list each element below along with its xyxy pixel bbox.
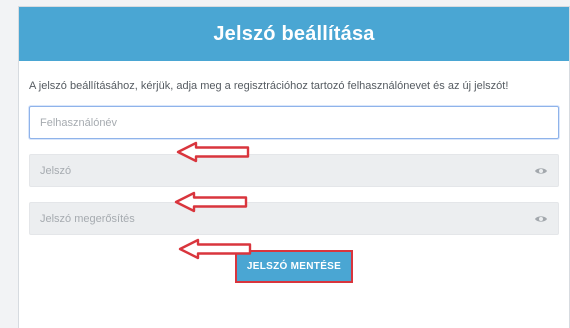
page-title: Jelszó beállítása bbox=[213, 22, 375, 45]
save-password-button[interactable]: JELSZÓ MENTÉSE bbox=[234, 250, 354, 283]
eye-icon[interactable] bbox=[534, 166, 548, 176]
password-input[interactable] bbox=[30, 155, 558, 186]
password-field[interactable] bbox=[29, 154, 559, 187]
eye-icon[interactable] bbox=[534, 214, 548, 224]
page-header: Jelszó beállítása bbox=[19, 7, 569, 61]
button-row: JELSZÓ MENTÉSE bbox=[29, 250, 559, 283]
password-setup-card: Jelszó beállítása A jelszó beállításához… bbox=[18, 6, 570, 328]
password-confirm-field[interactable] bbox=[29, 202, 559, 235]
instructions-text: A jelszó beállításához, kérjük, adja meg… bbox=[29, 80, 509, 92]
username-field[interactable] bbox=[29, 106, 559, 139]
username-input[interactable] bbox=[30, 107, 558, 138]
password-confirm-input[interactable] bbox=[30, 203, 558, 234]
form-content: A jelszó beállításához, kérjük, adja meg… bbox=[19, 61, 569, 283]
